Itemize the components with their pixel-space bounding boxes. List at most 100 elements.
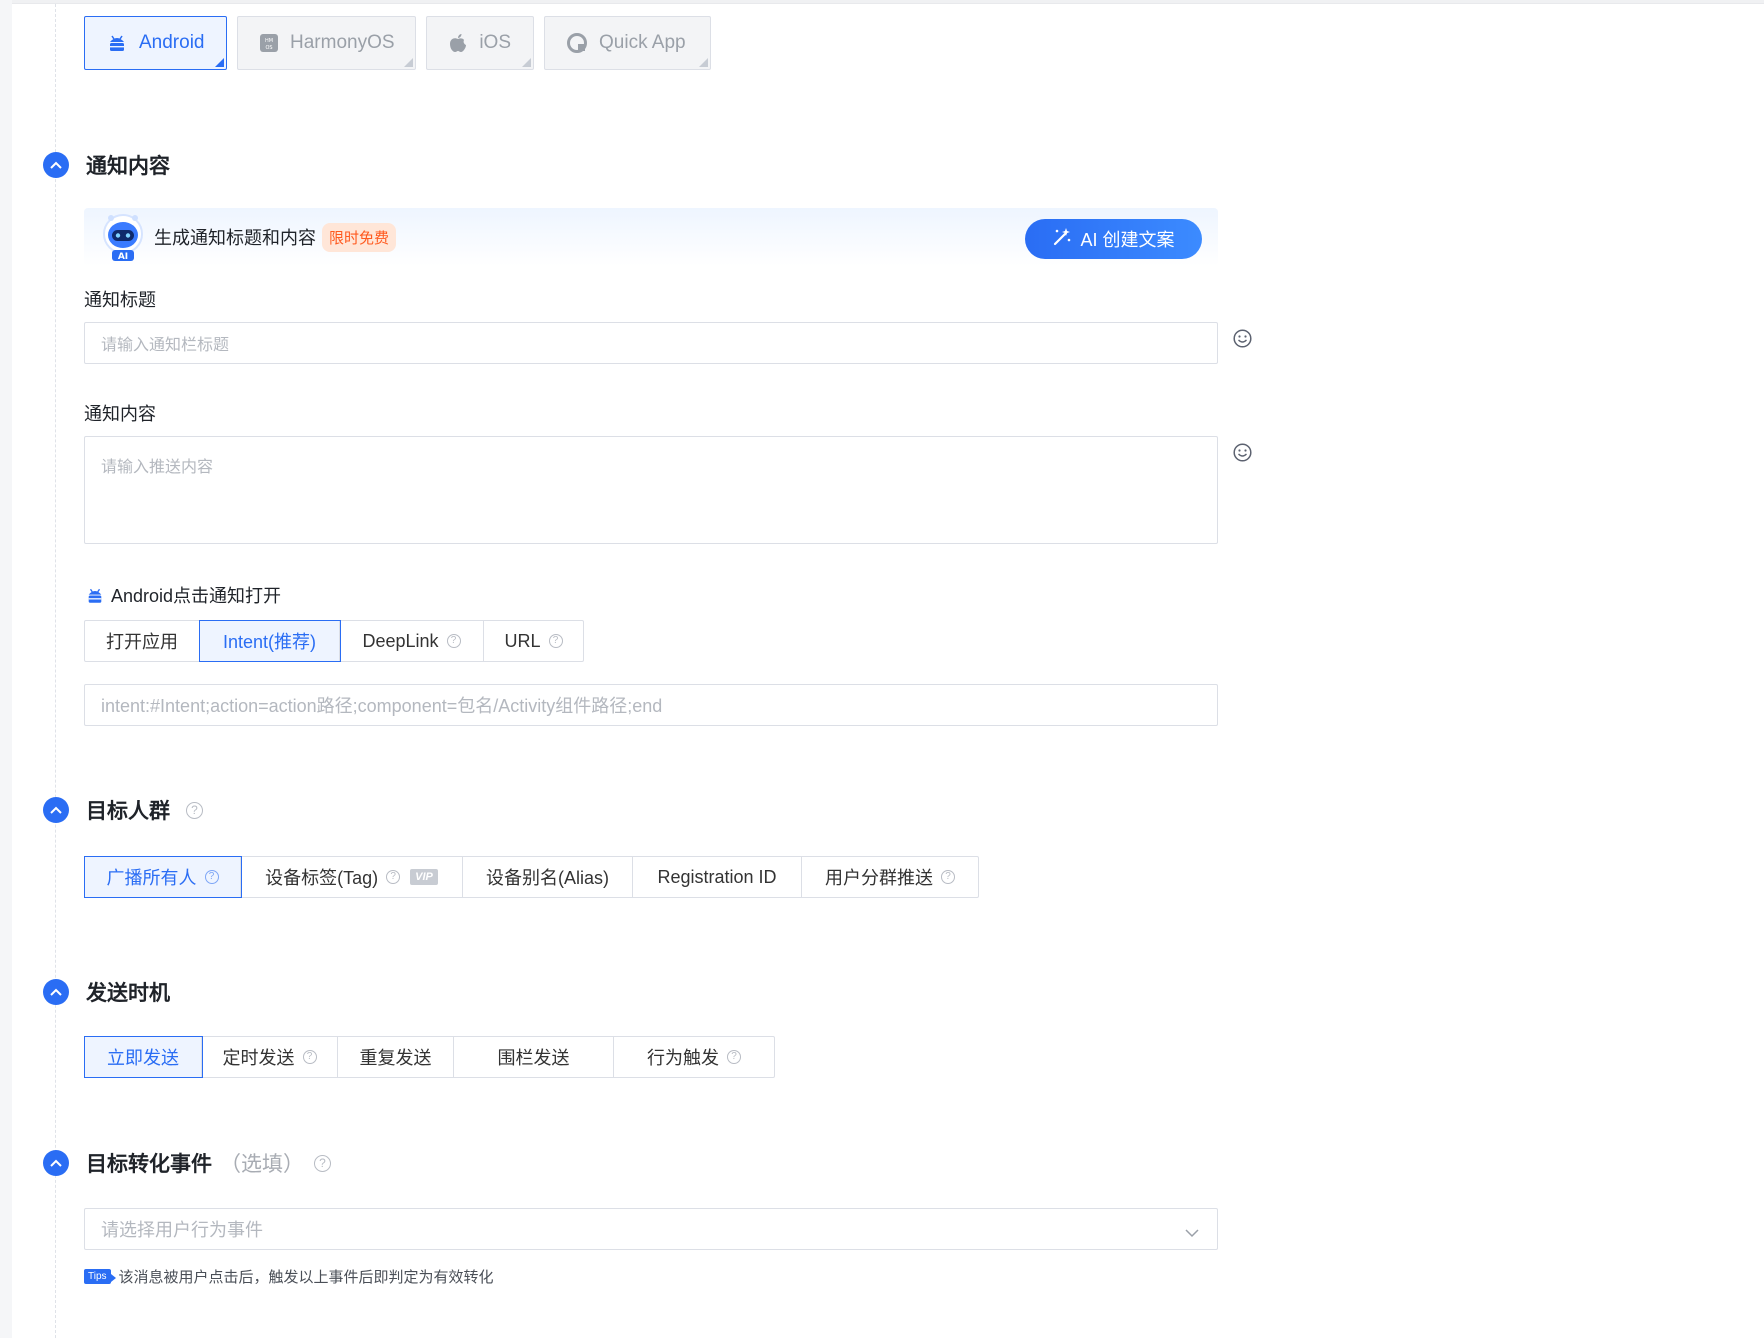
audience-device-alias[interactable]: 设备别名(Alias) xyxy=(463,857,633,897)
open-mode-deeplink[interactable]: DeepLink? xyxy=(340,621,484,661)
android-click-open-text: Android点击通知打开 xyxy=(111,586,282,606)
help-icon[interactable]: ? xyxy=(446,634,461,648)
timing-option-label: 行为触发 xyxy=(647,1048,719,1068)
content-placeholder: 请输入推送内容 xyxy=(101,459,214,476)
open-mode-url[interactable]: URL? xyxy=(484,621,583,661)
ai-create-copy-button[interactable]: AI 创建文案 xyxy=(1025,219,1202,259)
intent-input[interactable]: intent:#Intent;action=action路径;component… xyxy=(84,684,1218,726)
open-mode-label: URL xyxy=(504,630,541,651)
ai-create-copy-label: AI 创建文案 xyxy=(1080,230,1175,250)
ai-copywriting-banner: AI 生成通知标题和内容 限时免费 AI 创建文案 xyxy=(84,208,1218,266)
timing-send-now[interactable]: 立即发送 xyxy=(84,1036,203,1078)
audience-option-label: Registration ID xyxy=(657,866,777,887)
timing-repeat[interactable]: 重复发送 xyxy=(338,1037,454,1077)
platform-tab-ios[interactable]: iOS xyxy=(426,16,534,70)
top-divider xyxy=(0,0,1764,4)
timing-option-label: 定时发送 xyxy=(222,1048,295,1068)
help-icon[interactable]: ? xyxy=(941,870,955,884)
platform-tab-label: iOS xyxy=(479,32,511,53)
collapse-toggle-icon[interactable] xyxy=(43,797,69,823)
timing-option-label: 重复发送 xyxy=(359,1048,432,1068)
section-title: 发送时机 xyxy=(86,982,170,1005)
android-click-open-label: Android点击通知打开 xyxy=(86,582,281,608)
limited-free-badge: 限时免费 xyxy=(322,222,397,252)
timing-scheduled[interactable]: 定时发送? xyxy=(202,1037,338,1077)
notification-content-textarea[interactable]: 请输入推送内容 xyxy=(84,436,1218,544)
open-mode-label: 打开应用 xyxy=(106,632,178,652)
section-header-audience: 目标人群 ? xyxy=(43,795,203,825)
timing-option-label: 围栏发送 xyxy=(497,1048,570,1068)
notification-title-input[interactable]: 请输入通知栏标题 xyxy=(84,322,1218,364)
section-title: 目标转化事件 xyxy=(86,1153,212,1176)
emoji-picker-icon[interactable] xyxy=(1233,329,1252,348)
audience-user-segment[interactable]: 用户分群推送? xyxy=(802,857,978,897)
timing-segmented: 立即发送 定时发送? 重复发送 围栏发送 行为触发? xyxy=(84,1036,775,1078)
collapse-toggle-icon[interactable] xyxy=(43,1150,69,1176)
section-timeline xyxy=(55,4,56,1338)
harmonyos-icon: HM OS xyxy=(260,33,278,53)
platform-tabs: Android HM OS HarmonyOS iOS Quick App xyxy=(84,16,711,70)
svg-text:HM: HM xyxy=(265,38,273,44)
audience-option-label: 广播所有人 xyxy=(106,868,197,888)
chevron-down-icon xyxy=(1185,1222,1199,1243)
vip-badge: VIP xyxy=(410,869,438,885)
audience-option-label: 设备别名(Alias) xyxy=(485,868,609,888)
tips-badge: Tips xyxy=(84,1269,115,1284)
platform-tab-android[interactable]: Android xyxy=(84,16,227,70)
platform-tab-label: Quick App xyxy=(599,32,686,53)
ai-avatar-text: AI xyxy=(118,252,128,262)
notification-content-label: 通知内容 xyxy=(84,404,156,424)
tips-text: 该消息被用户点击后，触发以上事件后即判定为有效转化 xyxy=(118,1269,494,1286)
section-title: 通知内容 xyxy=(86,155,170,178)
open-mode-label: DeepLink xyxy=(362,630,439,651)
section-title: 目标人群 xyxy=(86,800,170,823)
open-mode-label: Intent(推荐) xyxy=(222,632,317,652)
open-mode-segmented: 打开应用 Intent(推荐) DeepLink? URL? xyxy=(84,620,584,662)
section-header-notification: 通知内容 xyxy=(43,150,170,180)
ai-banner-text: 生成通知标题和内容 xyxy=(154,228,316,248)
help-icon[interactable]: ? xyxy=(186,801,203,819)
quick-app-icon xyxy=(567,33,587,53)
emoji-picker-icon[interactable] xyxy=(1233,443,1252,462)
help-icon[interactable]: ? xyxy=(386,870,401,884)
selected-corner-mark xyxy=(215,58,224,67)
audience-registration-id[interactable]: Registration ID xyxy=(633,857,802,897)
magic-wand-icon xyxy=(1052,227,1072,252)
notification-title-label: 通知标题 xyxy=(84,290,156,310)
timing-option-label: 立即发送 xyxy=(107,1048,179,1068)
android-icon xyxy=(86,587,104,604)
section-header-conversion: 目标转化事件 （选填） ? xyxy=(43,1148,331,1178)
platform-tab-harmonyos[interactable]: HM OS HarmonyOS xyxy=(237,16,416,70)
android-icon xyxy=(107,33,127,53)
conversion-event-select[interactable]: 请选择用户行为事件 xyxy=(84,1208,1218,1250)
help-icon[interactable]: ? xyxy=(314,1154,331,1172)
apple-icon xyxy=(449,33,467,53)
timing-geofence[interactable]: 围栏发送 xyxy=(454,1037,614,1077)
collapse-toggle-icon[interactable] xyxy=(43,152,69,178)
platform-tab-label: HarmonyOS xyxy=(290,32,395,53)
timing-behavior-trigger[interactable]: 行为触发? xyxy=(614,1037,774,1077)
section-header-timing: 发送时机 xyxy=(43,977,170,1007)
corner-mark xyxy=(699,58,708,67)
collapse-toggle-icon[interactable] xyxy=(43,979,69,1005)
help-icon[interactable]: ? xyxy=(548,634,563,648)
audience-segmented: 广播所有人? 设备标签(Tag)? VIP 设备别名(Alias) Registr… xyxy=(84,856,979,898)
help-icon[interactable]: ? xyxy=(302,1050,317,1064)
help-icon[interactable]: ? xyxy=(727,1050,741,1064)
svg-text:OS: OS xyxy=(265,45,272,51)
conversion-tips: Tips 该消息被用户点击后，触发以上事件后即判定为有效转化 xyxy=(84,1266,494,1287)
platform-tab-quick-app[interactable]: Quick App xyxy=(544,16,711,70)
audience-device-tag[interactable]: 设备标签(Tag)? VIP xyxy=(241,857,463,897)
corner-mark xyxy=(522,58,531,67)
left-panel-edge xyxy=(0,0,12,1338)
open-mode-open-app[interactable]: 打开应用 xyxy=(85,621,200,661)
audience-broadcast-all[interactable]: 广播所有人? xyxy=(84,856,242,898)
intent-placeholder: intent:#Intent;action=action路径;component… xyxy=(101,696,663,716)
title-placeholder: 请输入通知栏标题 xyxy=(101,337,230,354)
audience-option-label: 用户分群推送 xyxy=(825,868,933,888)
platform-tab-label: Android xyxy=(139,32,205,53)
select-placeholder: 请选择用户行为事件 xyxy=(101,1220,263,1240)
open-mode-intent[interactable]: Intent(推荐) xyxy=(199,620,341,662)
help-icon[interactable]: ? xyxy=(204,870,219,884)
ai-robot-avatar: AI xyxy=(98,212,148,262)
